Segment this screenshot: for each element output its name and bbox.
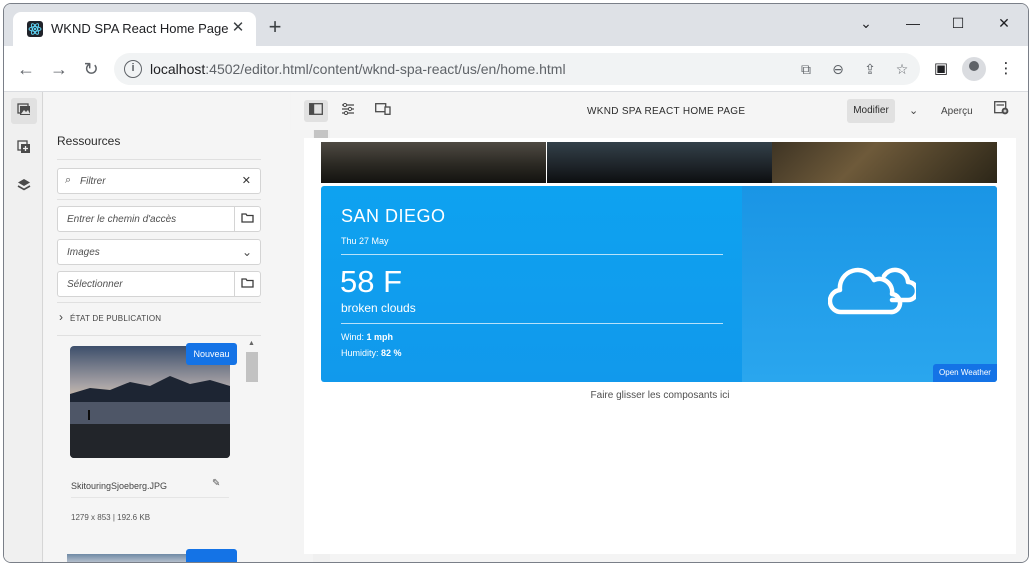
folder-icon[interactable] [234,272,260,296]
asset-list-scrollbar[interactable]: ▲ [244,340,260,562]
cloud-icon [827,256,920,318]
filter-input[interactable]: Filtrer ⌕ ✕ [57,168,261,194]
edit-pencil-icon[interactable]: ✎ [212,478,220,489]
select-path-field[interactable]: Sélectionner [57,271,261,297]
profile-avatar[interactable] [962,57,986,81]
preview-button[interactable]: Aperçu [941,106,973,117]
divider [57,335,261,336]
canvas-scrollbar[interactable] [1016,138,1028,554]
weather-city: SAN DIEGO [341,206,446,226]
scroll-thumb[interactable] [246,352,258,382]
chevron-down-icon[interactable]: ⌄ [909,104,918,117]
hero-image [547,142,772,183]
menu-kebab-icon[interactable]: ⋮ [995,58,1017,80]
page-properties-icon[interactable] [336,100,360,122]
humidity-value: 82 % [381,348,402,358]
chevron-down-icon: ⌄ [241,245,252,259]
component-dropzone[interactable]: Faire glisser les composants ici [304,390,1016,401]
browser-tab[interactable]: WKND SPA React Home Page ✕ [13,12,256,46]
path-field[interactable]: Entrer le chemin d'accès [57,206,261,232]
url-path: :4502/editor.html/content/wknd-spa-react… [205,61,566,77]
type-select-value: Images [67,247,100,258]
page-canvas[interactable]: SAN DIEGO Thu 27 May 58 F broken clouds … [304,138,1016,554]
chevron-right-icon[interactable]: › [59,310,63,324]
hero-image [321,142,546,183]
publication-state-toggle[interactable]: ÉTAT DE PUBLICATION [70,314,161,323]
side-panel-icon[interactable]: ▣ [930,58,952,80]
filter-placeholder: Filtrer [80,176,106,187]
tab-title: WKND SPA React Home Page [51,21,229,36]
divider [57,199,261,200]
select-placeholder: Sélectionner [67,279,123,290]
site-info-icon[interactable]: i [124,60,142,78]
editor-toolbar: WKND SPA REACT HOME PAGE Modifier ⌄ Aper… [291,92,1028,130]
new-badge: Nouveau [186,343,237,365]
forward-button[interactable]: → [45,55,73,83]
aem-editor: Ressources Filtrer ⌕ ✕ Entrer le chemin … [4,92,1028,562]
search-icon: ⌕ [65,174,72,186]
tab-search-chevron-icon[interactable]: ⌄ [844,10,888,36]
tab-close-icon[interactable]: ✕ [228,18,248,38]
side-rail [4,92,43,562]
edit-mode-button[interactable]: Modifier [847,99,895,123]
reload-button[interactable]: ↻ [77,55,105,83]
divider [341,323,723,324]
new-badge [186,549,237,562]
toggle-side-panel-icon[interactable] [304,100,328,122]
back-button[interactable]: ← [12,55,40,83]
browser-toolbar: ← → ↻ i localhost:4502/editor.html/conte… [4,46,1028,92]
divider [71,497,229,498]
open-weather-component[interactable]: SAN DIEGO Thu 27 May 58 F broken clouds … [321,186,997,382]
title-bar: WKND SPA React Home Page ✕ + ⌄ — ☐ ✕ [4,4,1028,46]
divider [57,302,261,303]
weather-description: broken clouds [341,301,416,315]
close-window-button[interactable]: ✕ [982,10,1026,36]
assets-icon[interactable] [11,98,37,124]
folder-icon[interactable] [234,207,260,231]
component-badge[interactable]: Open Weather [933,364,997,382]
bookmark-star-icon[interactable]: ☆ [892,59,912,79]
emulator-icon[interactable] [371,100,395,122]
hero-image [772,142,997,183]
wind-value: 1 mph [366,332,394,342]
layers-icon[interactable] [11,174,37,200]
new-tab-button[interactable]: + [263,16,287,40]
weather-date: Thu 27 May [341,236,389,246]
divider [57,159,261,160]
type-select[interactable]: Images ⌄ [57,239,261,265]
assets-panel: Ressources Filtrer ⌕ ✕ Entrer le chemin … [44,92,330,562]
minimize-button[interactable]: — [891,10,935,36]
weather-temperature: 58 F [340,264,403,299]
hero-image-strip [321,142,997,183]
url-host: localhost [150,61,206,77]
publish-page-icon[interactable] [994,101,1009,118]
asset-name: SkitouringSjoeberg.JPG [71,481,168,491]
wind-label: Wind: [341,332,365,342]
divider [341,254,723,255]
weather-wind: Wind: 1 mph [341,332,393,342]
scroll-up-arrow-icon[interactable]: ▲ [248,340,255,347]
components-icon[interactable] [11,136,37,162]
browser-window: WKND SPA React Home Page ✕ + ⌄ — ☐ ✕ ← →… [3,3,1029,563]
zoom-out-icon[interactable]: ⊖ [828,59,848,79]
address-bar[interactable]: i localhost:4502/editor.html/content/wkn… [114,53,920,85]
share-icon[interactable]: ⇪ [860,59,880,79]
url-text[interactable]: localhost:4502/editor.html/content/wknd-… [150,61,566,77]
react-favicon-icon [27,21,43,37]
humidity-label: Humidity: [341,348,379,358]
weather-humidity: Humidity: 82 % [341,348,402,358]
asset-info: 1279 x 853 | 192.6 KB [71,513,151,522]
translate-icon[interactable]: ⧉ [796,59,816,79]
clear-icon[interactable]: ✕ [242,174,251,187]
path-placeholder: Entrer le chemin d'accès [67,214,177,225]
maximize-button[interactable]: ☐ [936,10,980,36]
page-title: WKND SPA REACT HOME PAGE [587,106,746,117]
panel-title: Ressources [57,134,121,148]
